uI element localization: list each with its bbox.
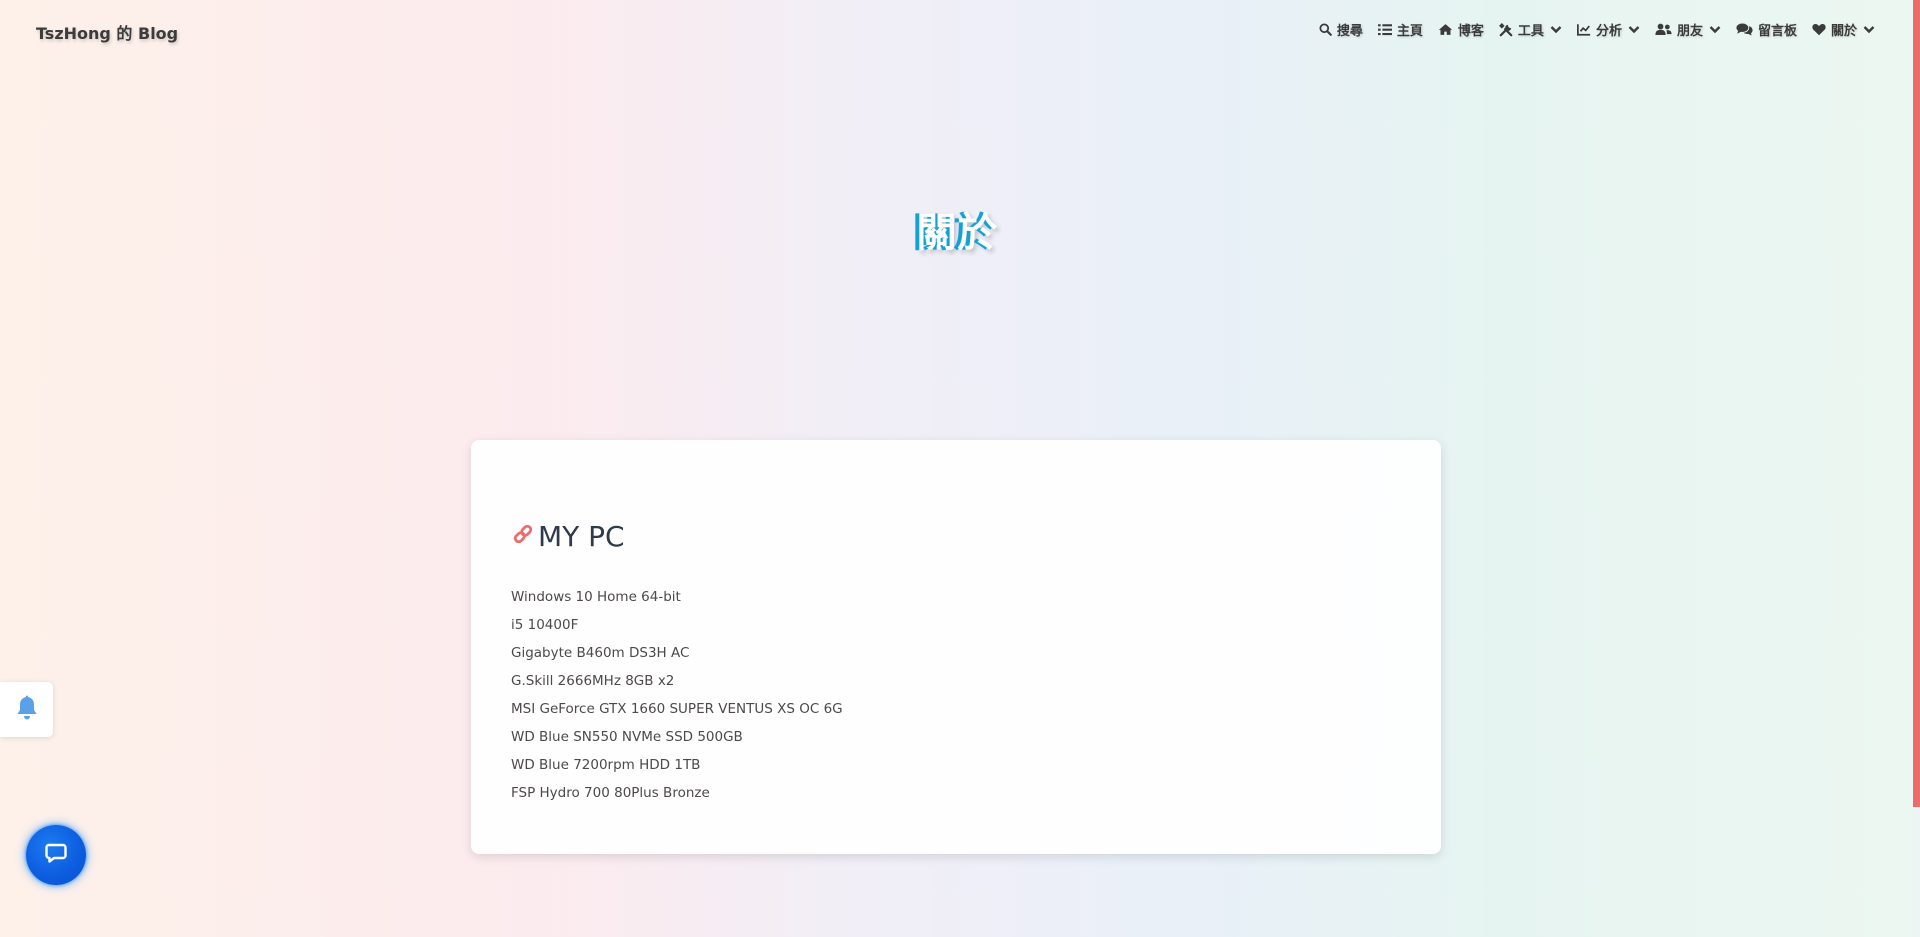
scrollbar-track[interactable] [1913, 0, 1920, 937]
top-navbar: TszHong 的 Blog 搜尋 主頁 博客 工具 分析 朋友 留言板 關於 [0, 0, 1915, 62]
chevron-down-icon [1709, 25, 1721, 34]
nav-item-label: 主頁 [1396, 24, 1423, 39]
users-icon [1655, 23, 1672, 36]
nav-menu: 搜尋 主頁 博客 工具 分析 朋友 留言板 關於 [1319, 20, 1875, 39]
nav-item-label: 朋友 [1676, 24, 1703, 39]
list-item: WD Blue SN550 NVMe SSD 500GB [511, 729, 743, 745]
bell-icon [15, 695, 39, 725]
nav-item-label: 博客 [1457, 24, 1484, 39]
list-item: i5 10400F [511, 617, 579, 633]
chevron-down-icon [1863, 25, 1875, 34]
content-card: MY PC Windows 10 Home 64-bit i5 10400F G… [471, 440, 1441, 854]
link-icon[interactable] [511, 520, 535, 553]
list-item: Windows 10 Home 64-bit [511, 589, 681, 605]
spec-list: Windows 10 Home 64-bit i5 10400F Gigabyt… [511, 583, 843, 807]
page-title: 關於 [916, 210, 999, 256]
list-item: WD Blue 7200rpm HDD 1TB [511, 757, 701, 773]
notification-bell-button[interactable] [0, 682, 53, 737]
home-icon [1438, 23, 1453, 36]
chevron-down-icon [1550, 25, 1562, 34]
list-item: G.Skill 2666MHz 8GB x2 [511, 673, 675, 689]
nav-item-blog[interactable]: 博客 [1438, 20, 1484, 39]
nav-item-label: 分析 [1595, 24, 1622, 39]
chart-line-icon [1576, 23, 1591, 36]
section-heading: MY PC [511, 520, 625, 553]
nav-item-tools[interactable]: 工具 [1498, 20, 1562, 39]
section-heading-text: MY PC [538, 520, 625, 553]
list-icon [1377, 23, 1392, 36]
search-icon [1319, 23, 1332, 36]
nav-item-label: 留言板 [1757, 24, 1797, 39]
list-item: FSP Hydro 700 80Plus Bronze [511, 785, 710, 801]
tools-icon [1498, 22, 1513, 37]
nav-item-friends[interactable]: 朋友 [1655, 20, 1721, 39]
heart-icon [1812, 23, 1826, 36]
chat-bubble-icon [45, 842, 67, 868]
site-brand[interactable]: TszHong 的 Blog [36, 20, 178, 44]
nav-item-label: 關於 [1830, 24, 1857, 39]
chat-button[interactable] [26, 825, 86, 885]
nav-item-search[interactable]: 搜尋 [1319, 20, 1363, 39]
nav-item-analytics[interactable]: 分析 [1576, 20, 1640, 39]
scrollbar-thumb[interactable] [1913, 0, 1920, 807]
nav-item-label: 搜尋 [1336, 24, 1363, 39]
chevron-down-icon [1628, 25, 1640, 34]
nav-item-guestbook[interactable]: 留言板 [1736, 20, 1797, 39]
nav-item-home-list[interactable]: 主頁 [1377, 20, 1423, 39]
list-item: Gigabyte B460m DS3H AC [511, 645, 690, 661]
list-item: MSI GeForce GTX 1660 SUPER VENTUS XS OC … [511, 701, 843, 717]
comments-icon [1736, 23, 1753, 36]
nav-item-about[interactable]: 關於 [1812, 20, 1875, 39]
nav-item-label: 工具 [1517, 24, 1544, 39]
